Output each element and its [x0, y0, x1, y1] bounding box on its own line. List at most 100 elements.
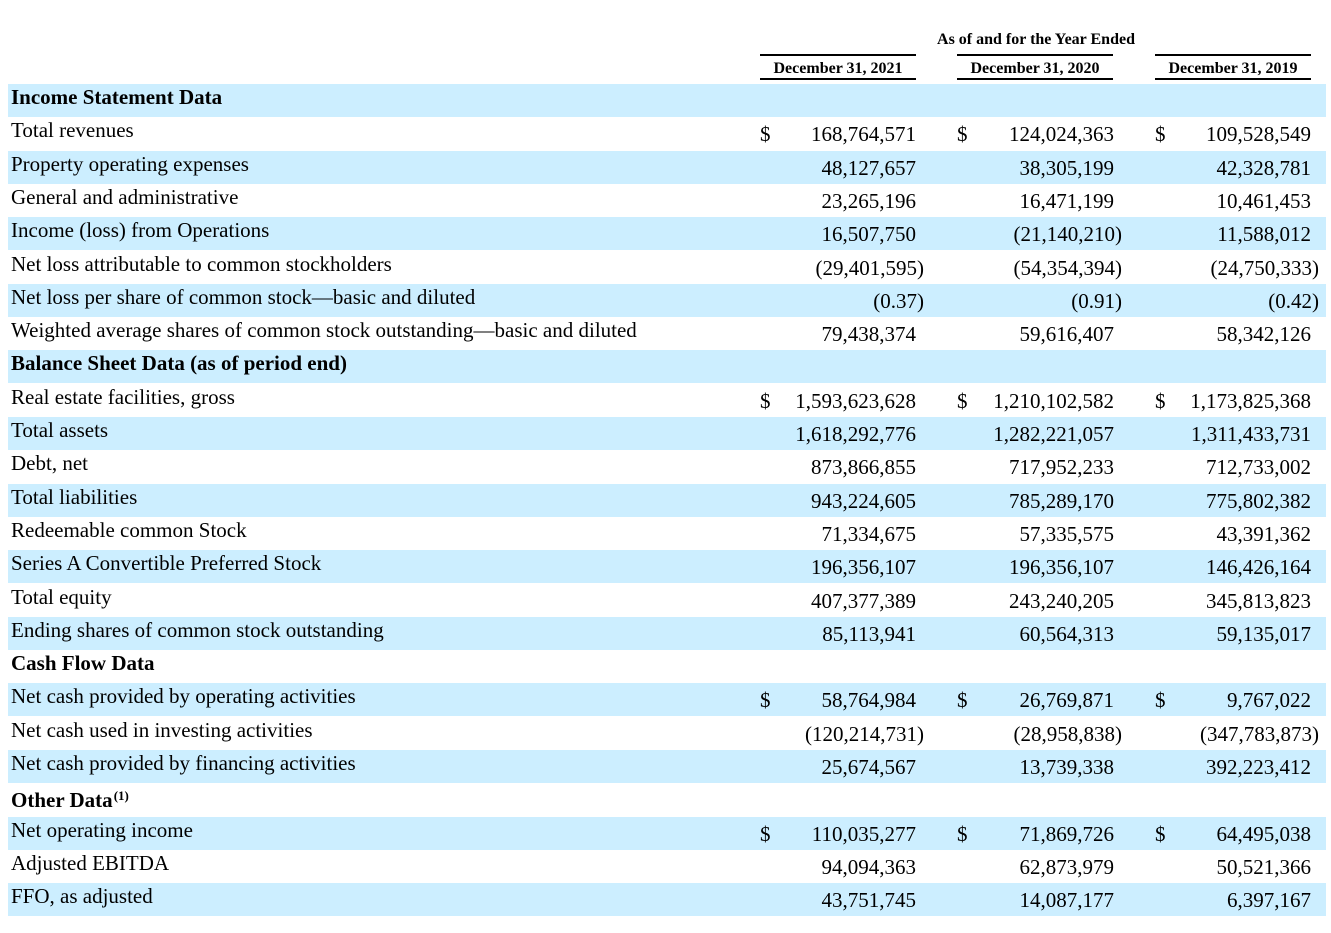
section-title: Balance Sheet Data (as of period end): [11, 350, 347, 376]
value-cell: 785,289,170: [1009, 488, 1114, 513]
financial-data-table: As of and for the Year Ended December 31…: [0, 0, 1331, 933]
row-label-text: Net cash provided by financing activitie…: [11, 751, 356, 775]
table-row: Redeemable common Stock 71,334,675 57,335,…: [8, 517, 1326, 550]
table-row: Debt, net 873,866,855 717,952,233 712,733,0…: [8, 450, 1326, 483]
value-cell: 6,397,167: [1227, 888, 1311, 913]
value-cell: 1,173,825,368: [1190, 388, 1311, 413]
value-cell: (24,750,333): [1210, 255, 1320, 280]
row-label: Real estate facilities, gross: [11, 384, 235, 410]
value-cell: 16,471,199: [1019, 188, 1115, 213]
value-cell: 392,223,412: [1206, 755, 1311, 779]
value-cell: 79,438,374: [821, 322, 917, 347]
currency-symbol: $: [957, 388, 968, 413]
row-label: Property operating expenses: [11, 151, 249, 177]
row-label-text: Adjusted EBITDA: [11, 850, 170, 875]
value-cell: 1,311,433,731: [1191, 422, 1311, 446]
row-label: Total revenues: [11, 117, 134, 143]
value-cell: 407,377,389: [811, 588, 916, 613]
column-header-2021: December 31, 2021: [760, 54, 916, 80]
row-label: Debt, net: [11, 450, 88, 476]
value-cell: 1,593,623,628: [795, 388, 916, 413]
value-cell: 50,521,366: [1216, 854, 1312, 879]
row-label: Net cash provided by operating activitie…: [11, 683, 356, 709]
value-cell: 168,764,571: [811, 122, 916, 147]
table-row: Net cash provided by financing activitie…: [8, 750, 1326, 783]
row-label-text: Real estate facilities, gross: [11, 384, 235, 409]
value-cell: 59,135,017: [1216, 621, 1312, 646]
table-row: Ending shares of common stock outstandin…: [8, 616, 1326, 650]
table-row: Total equity 407,377,389 243,240,205 345,81…: [8, 584, 1326, 617]
currency-symbol: $: [760, 388, 771, 413]
value-cell: 11,588,012: [1217, 222, 1311, 247]
value-cell: 775,802,382: [1206, 488, 1311, 513]
row-label: Income (loss) from Operations: [11, 217, 269, 243]
currency-symbol: $: [957, 821, 968, 846]
table-row: Total assets 1,618,292,776 1,282,221,057 1,…: [8, 417, 1326, 450]
section-header-row: Cash Flow Data: [8, 650, 1326, 683]
table-row: Series A Convertible Preferred Stock 196,…: [8, 550, 1326, 584]
row-label-text: Other Data: [11, 788, 113, 813]
value-cell: 26,769,871: [1019, 688, 1115, 713]
row-label: Redeemable common Stock: [11, 517, 247, 543]
value-cell: 43,391,362: [1216, 521, 1312, 546]
value-cell: 16,507,750: [821, 222, 917, 247]
currency-symbol: $: [760, 821, 771, 846]
value-cell: 9,767,022: [1227, 688, 1311, 713]
section-title: Cash Flow Data: [11, 650, 155, 676]
value-cell: 243,240,205: [1009, 588, 1114, 613]
row-label-text: Debt, net: [11, 451, 88, 476]
value-cell: (54,354,394): [1013, 255, 1123, 280]
value-cell: 43,751,745: [821, 888, 917, 913]
row-label: Net cash used in investing activities: [11, 717, 313, 743]
table-row: Total revenues $168,764,571 $124,024,363 $1…: [8, 117, 1326, 150]
section-title: Other Data(1): [11, 783, 129, 813]
value-cell: 10,461,453: [1216, 188, 1312, 213]
currency-symbol: $: [760, 688, 771, 713]
value-cell: 110,035,277: [811, 821, 916, 846]
table-row: Income (loss) from Operations 16,507,750 (…: [8, 217, 1326, 251]
value-cell: 1,210,102,582: [993, 388, 1114, 413]
row-label: Net loss per share of common stock—basic…: [11, 284, 475, 310]
value-cell: (21,140,210): [1013, 222, 1123, 247]
value-cell: 717,952,233: [1009, 455, 1114, 480]
row-label-text: Net cash used in investing activities: [11, 717, 313, 742]
value-cell: 59,616,407: [1019, 322, 1115, 347]
value-cell: 943,224,605: [811, 488, 916, 513]
table-row: FFO, as adjusted 43,751,745 14,087,177 6,39…: [8, 883, 1326, 917]
value-cell: 48,127,657: [821, 155, 917, 180]
currency-symbol: $: [1155, 388, 1166, 413]
value-cell: 1,618,292,776: [795, 422, 916, 446]
value-cell: 64,495,038: [1216, 821, 1312, 846]
value-cell: 58,342,126: [1216, 322, 1312, 347]
row-label: Ending shares of common stock outstandin…: [11, 617, 384, 643]
row-label: Total assets: [11, 417, 108, 443]
currency-symbol: $: [1155, 688, 1166, 713]
row-label-text: Net operating income: [11, 817, 193, 842]
value-cell: 873,866,855: [811, 455, 916, 480]
table-row: Net cash used in investing activities (12…: [8, 717, 1326, 750]
row-label: Total equity: [11, 584, 112, 610]
value-cell: 58,764,984: [821, 688, 917, 713]
value-cell: 196,356,107: [1009, 555, 1114, 580]
table-row: Net loss per share of common stock—basic…: [8, 283, 1326, 317]
currency-symbol: $: [957, 688, 968, 713]
currency-symbol: $: [760, 122, 771, 147]
row-label-text: Total revenues: [11, 118, 134, 143]
row-label-text: Total equity: [11, 584, 112, 609]
value-cell: 13,739,338: [1019, 755, 1115, 779]
value-cell: (28,958,838): [1013, 721, 1123, 746]
row-label: Total liabilities: [11, 484, 137, 510]
value-cell: (29,401,595): [815, 255, 925, 280]
table-row: Net operating income $110,035,277 $71,869,…: [8, 816, 1326, 850]
value-cell: 94,094,363: [821, 854, 917, 879]
row-label: Adjusted EBITDA: [11, 850, 169, 876]
value-cell: 62,873,979: [1019, 854, 1115, 879]
row-label-text: Series A Convertible Preferred Stock: [11, 551, 322, 576]
value-cell: (0.91): [1071, 288, 1122, 313]
section-header-row: Income Statement Data: [8, 84, 1326, 117]
table-row: Adjusted EBITDA 94,094,363 62,873,979 50,52…: [8, 850, 1326, 883]
section-title: Income Statement Data: [11, 84, 222, 110]
row-label-text: Cash Flow Data: [11, 651, 155, 676]
row-label: FFO, as adjusted: [11, 883, 153, 909]
row-label-text: Income Statement Data: [11, 85, 223, 109]
